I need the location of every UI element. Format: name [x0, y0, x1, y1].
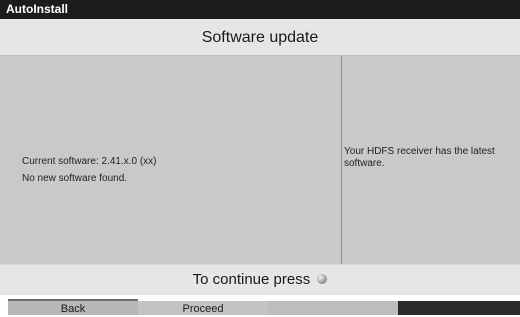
current-software-label: Current software: 2.41.x.0 (xx): [22, 156, 157, 167]
continue-text: To continue press: [192, 271, 311, 288]
content-panel: Current software: 2.41.x.0 (xx) No new s…: [0, 56, 520, 264]
continue-prompt: To continue press: [0, 264, 520, 295]
proceed-button[interactable]: Proceed: [138, 299, 268, 315]
function-button-4[interactable]: [398, 299, 520, 315]
back-button[interactable]: Back: [8, 299, 138, 315]
window-title: AutoInstall: [0, 0, 520, 19]
software-info: Current software: 2.41.x.0 (xx) No new s…: [22, 153, 157, 187]
ok-button-icon: [317, 274, 328, 285]
function-button-3[interactable]: [268, 299, 398, 315]
info-message: Your HDFS receiver has the latest softwa…: [344, 146, 495, 169]
status-message: No new software found.: [22, 173, 128, 184]
page-title: Software update: [0, 19, 520, 56]
button-bar: Back Proceed: [0, 295, 520, 315]
